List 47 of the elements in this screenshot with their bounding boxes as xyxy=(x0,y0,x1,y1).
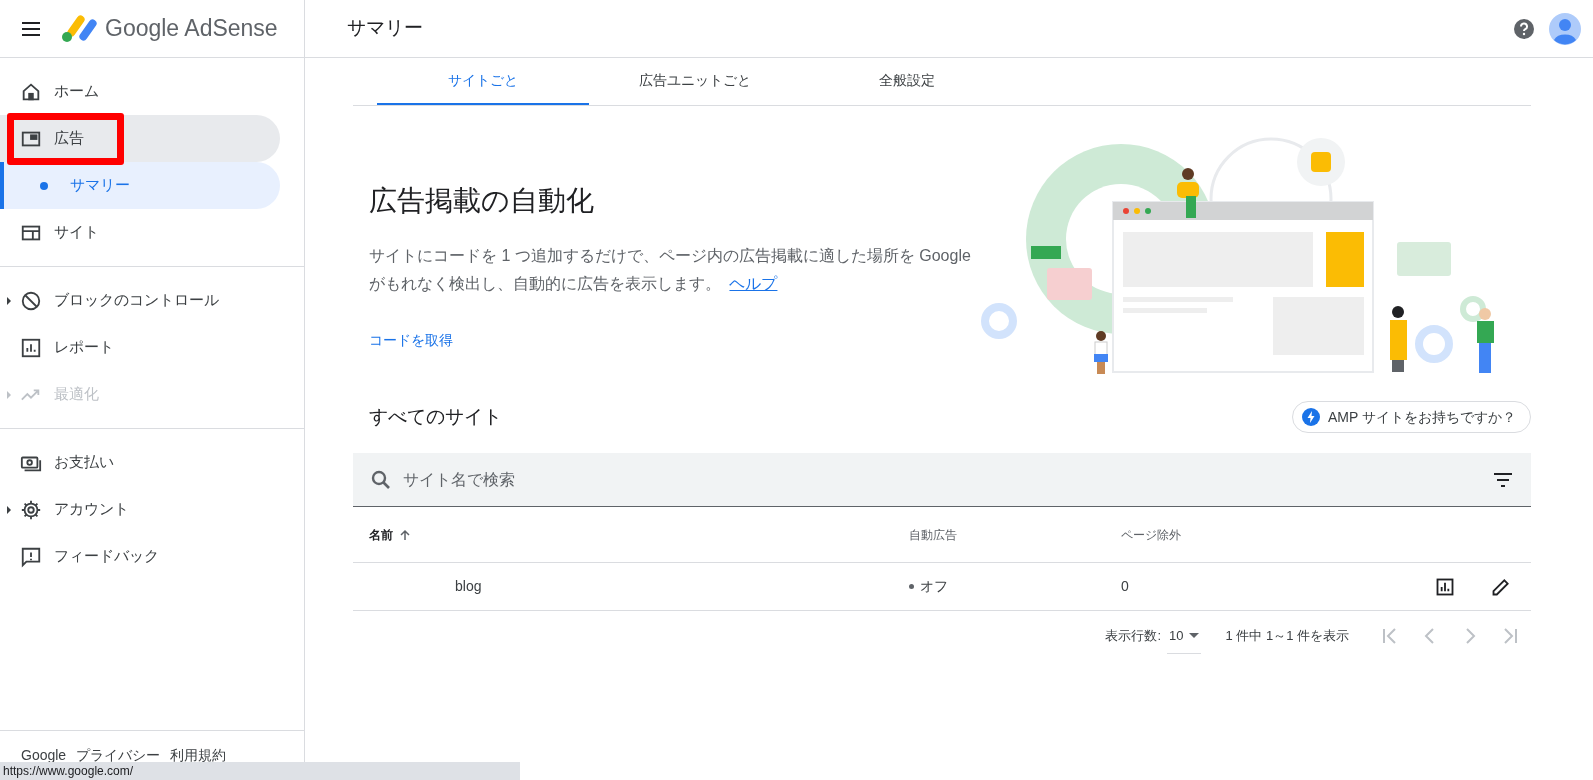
block-icon xyxy=(20,289,42,312)
search-icon xyxy=(371,469,391,490)
get-code-button[interactable]: コードを取得 xyxy=(361,324,461,357)
column-header[interactable]: ページ除外 xyxy=(1121,525,1181,544)
page-title: サマリー xyxy=(347,16,423,41)
report-icon[interactable] xyxy=(1435,576,1455,597)
expand-caret-icon[interactable] xyxy=(7,506,11,514)
hero-text: サイトにコードを 1 つ追加するだけで、ページ内の広告掲載に適した場所を Google がもれなく検出し、自動的に広告を表示します。 ヘルプ xyxy=(369,246,972,294)
rows-per-page-select[interactable]: 10 xyxy=(1167,618,1202,654)
help-link[interactable]: ヘルプ xyxy=(729,275,778,292)
sidebar-item[interactable]: レポート xyxy=(0,324,280,371)
search-field[interactable]: サイト名で検索 xyxy=(403,467,1493,492)
bullet-icon xyxy=(40,181,48,190)
section-title: すべてのサイト xyxy=(369,404,502,429)
sidebar-item[interactable]: アカウント xyxy=(0,486,280,533)
table-cell: blog xyxy=(455,578,482,594)
search-bar[interactable]: サイト名で検索 xyxy=(353,453,1531,507)
filter-icon[interactable] xyxy=(1493,472,1513,487)
avatar-icon[interactable] xyxy=(1549,12,1581,45)
tab[interactable]: 広告ユニットごと xyxy=(589,58,801,105)
tab[interactable]: 全般設定 xyxy=(801,58,1013,105)
tab[interactable]: サイトごと xyxy=(377,58,589,105)
column-header[interactable]: 名前 xyxy=(369,525,393,544)
help-icon[interactable] xyxy=(1513,17,1535,40)
feedback-icon xyxy=(20,545,42,568)
expand-caret-icon[interactable] xyxy=(7,297,11,305)
rows-per-page-label: 表示行数: xyxy=(1105,627,1161,646)
report-icon xyxy=(20,336,42,359)
settings-icon xyxy=(20,498,42,521)
table-cell-text: オフ xyxy=(920,577,948,596)
product-name: Google AdSense xyxy=(105,14,278,44)
sidebar-item[interactable]: ホーム xyxy=(0,68,280,115)
edit-icon[interactable] xyxy=(1491,576,1511,597)
page-range: 1 件中 1～1 件を表示 xyxy=(1225,627,1349,646)
hero-title: 広告掲載の自動化 xyxy=(369,184,595,218)
sidebar-subitem[interactable]: サマリー xyxy=(0,162,280,209)
sidebar-item[interactable]: フィードバック xyxy=(0,533,280,580)
sidebar-item[interactable]: お支払い xyxy=(0,439,280,486)
sidebar-item[interactable]: ブロックのコントロール xyxy=(0,277,280,324)
column-header[interactable]: 自動広告 xyxy=(909,525,957,544)
caret-icon xyxy=(1189,633,1200,638)
status-url-bar: https://www.google.com/ xyxy=(0,762,520,780)
logo-icon xyxy=(61,14,97,43)
table-cell: 0 xyxy=(1121,578,1129,594)
lightning-icon xyxy=(1302,408,1320,426)
sort-arrow-icon[interactable] xyxy=(399,528,411,541)
sidebar-item[interactable]: サイト xyxy=(0,209,280,256)
